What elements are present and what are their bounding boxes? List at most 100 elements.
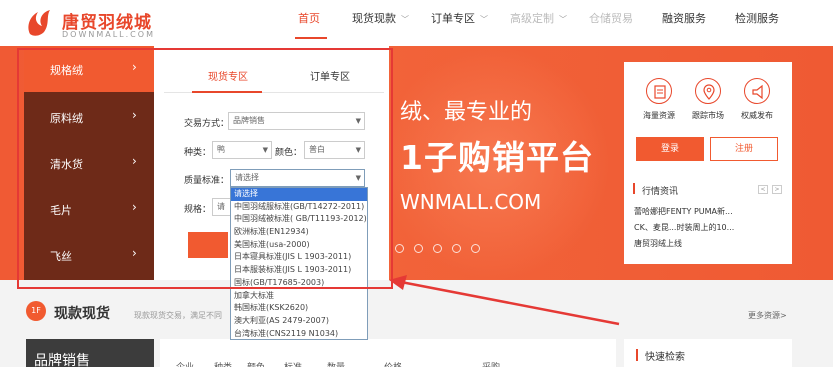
category-label: 原料绒 bbox=[50, 112, 83, 125]
category-item[interactable]: 毛片 › bbox=[24, 186, 154, 232]
standard-select[interactable]: 请选择 ▼ bbox=[230, 169, 365, 187]
banner-text-line1: 绒、最专业的 bbox=[400, 100, 533, 125]
nav-spot-goods[interactable]: 现货现款 ﹀ bbox=[352, 0, 409, 40]
section-title: 现款现货 bbox=[54, 306, 110, 322]
category-label: 清水货 bbox=[50, 158, 83, 171]
kind-select[interactable]: 鸭 ▼ bbox=[212, 141, 272, 159]
carousel-dot[interactable] bbox=[433, 244, 442, 253]
dropdown-option[interactable]: 澳大利亚(AS 2479-2007) bbox=[231, 315, 367, 328]
chevron-right-icon: › bbox=[132, 108, 137, 122]
section-description: 现款现货交易，满足不同 bbox=[134, 311, 222, 320]
category-label: 飞丝 bbox=[50, 250, 72, 263]
chevron-right-icon: › bbox=[132, 154, 137, 168]
caret-down-icon: ▼ bbox=[355, 117, 361, 125]
tab-order-zone[interactable]: 订单专区 bbox=[310, 68, 350, 83]
feature-item[interactable]: 跟踪市场 bbox=[685, 78, 731, 121]
category-label: 规格绒 bbox=[50, 64, 83, 77]
caret-down-icon: ▼ bbox=[262, 146, 268, 154]
category-sidebar: 规格绒 › 原料绒 › 清水货 › 毛片 › 飞丝 › bbox=[24, 46, 154, 280]
chevron-down-icon: ﹀ bbox=[401, 15, 409, 24]
select-value: 鸭 bbox=[217, 145, 225, 154]
feature-item[interactable]: 海量资源 bbox=[636, 78, 682, 121]
carousel-dot[interactable] bbox=[452, 244, 461, 253]
category-item[interactable]: 原料绒 › bbox=[24, 94, 154, 140]
location-pin-icon bbox=[695, 78, 721, 104]
nav-custom[interactable]: 高级定制 ﹀ bbox=[510, 0, 567, 40]
nav-financing[interactable]: 融资服务 bbox=[662, 0, 706, 40]
nav-orders[interactable]: 订单专区 ﹀ bbox=[431, 0, 488, 40]
news-item[interactable]: 蕾哈娜把FENTY PUMA新... bbox=[634, 206, 733, 217]
dropdown-option[interactable]: 美国标准(usa-2000) bbox=[231, 239, 367, 252]
dropdown-option[interactable]: 中国羽绒被标准( GB/T11193-2012) bbox=[231, 213, 367, 226]
document-icon bbox=[646, 78, 672, 104]
column-header: 种类 bbox=[214, 360, 232, 367]
news-prev-button[interactable]: < bbox=[758, 185, 768, 194]
quick-search-heading: 快速检索 bbox=[645, 352, 685, 363]
news-next-button[interactable]: > bbox=[772, 185, 782, 194]
quick-search-accent-bar bbox=[636, 349, 638, 361]
carousel-dots bbox=[395, 244, 480, 254]
feature-label: 跟踪市场 bbox=[692, 111, 724, 120]
site-header: 唐贸羽绒城 DOWNMALL.COM 首页 现货现款 ﹀ 订单专区 ﹀ 高级定制 ﹀ … bbox=[0, 0, 833, 46]
select-value: 请选择 bbox=[235, 173, 259, 182]
category-item[interactable]: 规格绒 › bbox=[24, 46, 154, 92]
select-value: 请 bbox=[217, 202, 225, 211]
dropdown-option[interactable]: 日本服装标准(JIS L 1903-2011) bbox=[231, 264, 367, 277]
annotation-arrow-icon bbox=[389, 275, 620, 326]
search-submit-button[interactable] bbox=[188, 232, 228, 258]
category-label: 毛片 bbox=[50, 204, 72, 217]
news-accent-bar bbox=[633, 183, 635, 194]
category-item[interactable]: 清水货 › bbox=[24, 140, 154, 186]
nav-label: 现货现款 bbox=[352, 12, 396, 25]
more-resources-link[interactable]: 更多资源> bbox=[748, 310, 787, 321]
trade-mode-select[interactable]: 品牌销售 ▼ bbox=[228, 112, 365, 130]
spec-select[interactable]: 请 bbox=[212, 198, 232, 216]
swan-logo-icon bbox=[28, 10, 50, 36]
column-header: 数量 bbox=[327, 360, 345, 367]
column-header: 价格 bbox=[384, 360, 402, 367]
chevron-down-icon: ﹀ bbox=[480, 15, 488, 24]
logo-subtitle: DOWNMALL.COM bbox=[62, 30, 155, 39]
chevron-right-icon: › bbox=[132, 200, 137, 214]
tab-spot-zone[interactable]: 现货专区 bbox=[208, 68, 248, 83]
color-select[interactable]: 普白 ▼ bbox=[304, 141, 365, 159]
chevron-right-icon: › bbox=[132, 246, 137, 260]
dropdown-option[interactable]: 中国羽绒服标准(GB/T14272-2011) bbox=[231, 201, 367, 214]
chevron-down-icon: ﹀ bbox=[559, 15, 567, 24]
carousel-dot[interactable] bbox=[414, 244, 423, 253]
dropdown-option[interactable]: 国标(GB/T17685-2003) bbox=[231, 277, 367, 290]
trade-mode-label: 交易方式： bbox=[184, 119, 230, 129]
carousel-dot[interactable] bbox=[395, 244, 404, 253]
nav-home[interactable]: 首页 bbox=[298, 0, 320, 40]
color-label: 颜色： bbox=[275, 148, 303, 158]
nav-testing[interactable]: 检测服务 bbox=[735, 0, 779, 40]
caret-down-icon: ▼ bbox=[355, 174, 361, 182]
dropdown-option[interactable]: 日本寝具标准(JIS L 1903-2011) bbox=[231, 251, 367, 264]
news-item[interactable]: 唐贸羽绒上线 bbox=[634, 238, 682, 249]
dropdown-option[interactable]: 欧洲标准(EN12934) bbox=[231, 226, 367, 239]
column-header: 颜色 bbox=[247, 360, 265, 367]
dropdown-option[interactable]: 加拿大标准 bbox=[231, 290, 367, 303]
feature-item[interactable]: 权威发布 bbox=[734, 78, 780, 121]
login-button[interactable]: 登录 bbox=[636, 137, 704, 161]
register-button[interactable]: 注册 bbox=[710, 137, 778, 161]
nav-warehouse[interactable]: 仓储贸易 bbox=[589, 0, 633, 40]
floor-badge: 1F bbox=[26, 301, 46, 321]
banner-text-line3: WNMALL.COM bbox=[400, 190, 542, 214]
dropdown-option[interactable]: 请选择 bbox=[231, 188, 367, 201]
dropdown-option[interactable]: 韩国标准(KSK2620) bbox=[231, 302, 367, 315]
login-card: 海量资源 跟踪市场 权威发布 登录 注册 行情资讯 < > 蕾哈娜把FENTY … bbox=[624, 62, 792, 264]
site-logo[interactable]: 唐贸羽绒城 DOWNMALL.COM bbox=[24, 4, 154, 42]
carousel-dot[interactable] bbox=[471, 244, 480, 253]
caret-down-icon: ▼ bbox=[355, 146, 361, 154]
dropdown-option[interactable]: 台湾标准(CNS2119 N1034) bbox=[231, 328, 367, 341]
column-header: 采购 bbox=[482, 360, 500, 367]
news-item[interactable]: CK、麦昆...时装周上的10... bbox=[634, 222, 734, 233]
category-item[interactable]: 飞丝 › bbox=[24, 232, 154, 278]
standard-dropdown-list: 请选择 中国羽绒服标准(GB/T14272-2011) 中国羽绒被标准( GB/… bbox=[230, 187, 368, 340]
column-header: 企业 bbox=[176, 360, 194, 367]
kind-label: 种类： bbox=[184, 148, 212, 158]
chevron-right-icon: › bbox=[132, 60, 137, 74]
news-heading: 行情资讯 bbox=[642, 187, 679, 197]
tab-active-underline bbox=[192, 91, 262, 93]
